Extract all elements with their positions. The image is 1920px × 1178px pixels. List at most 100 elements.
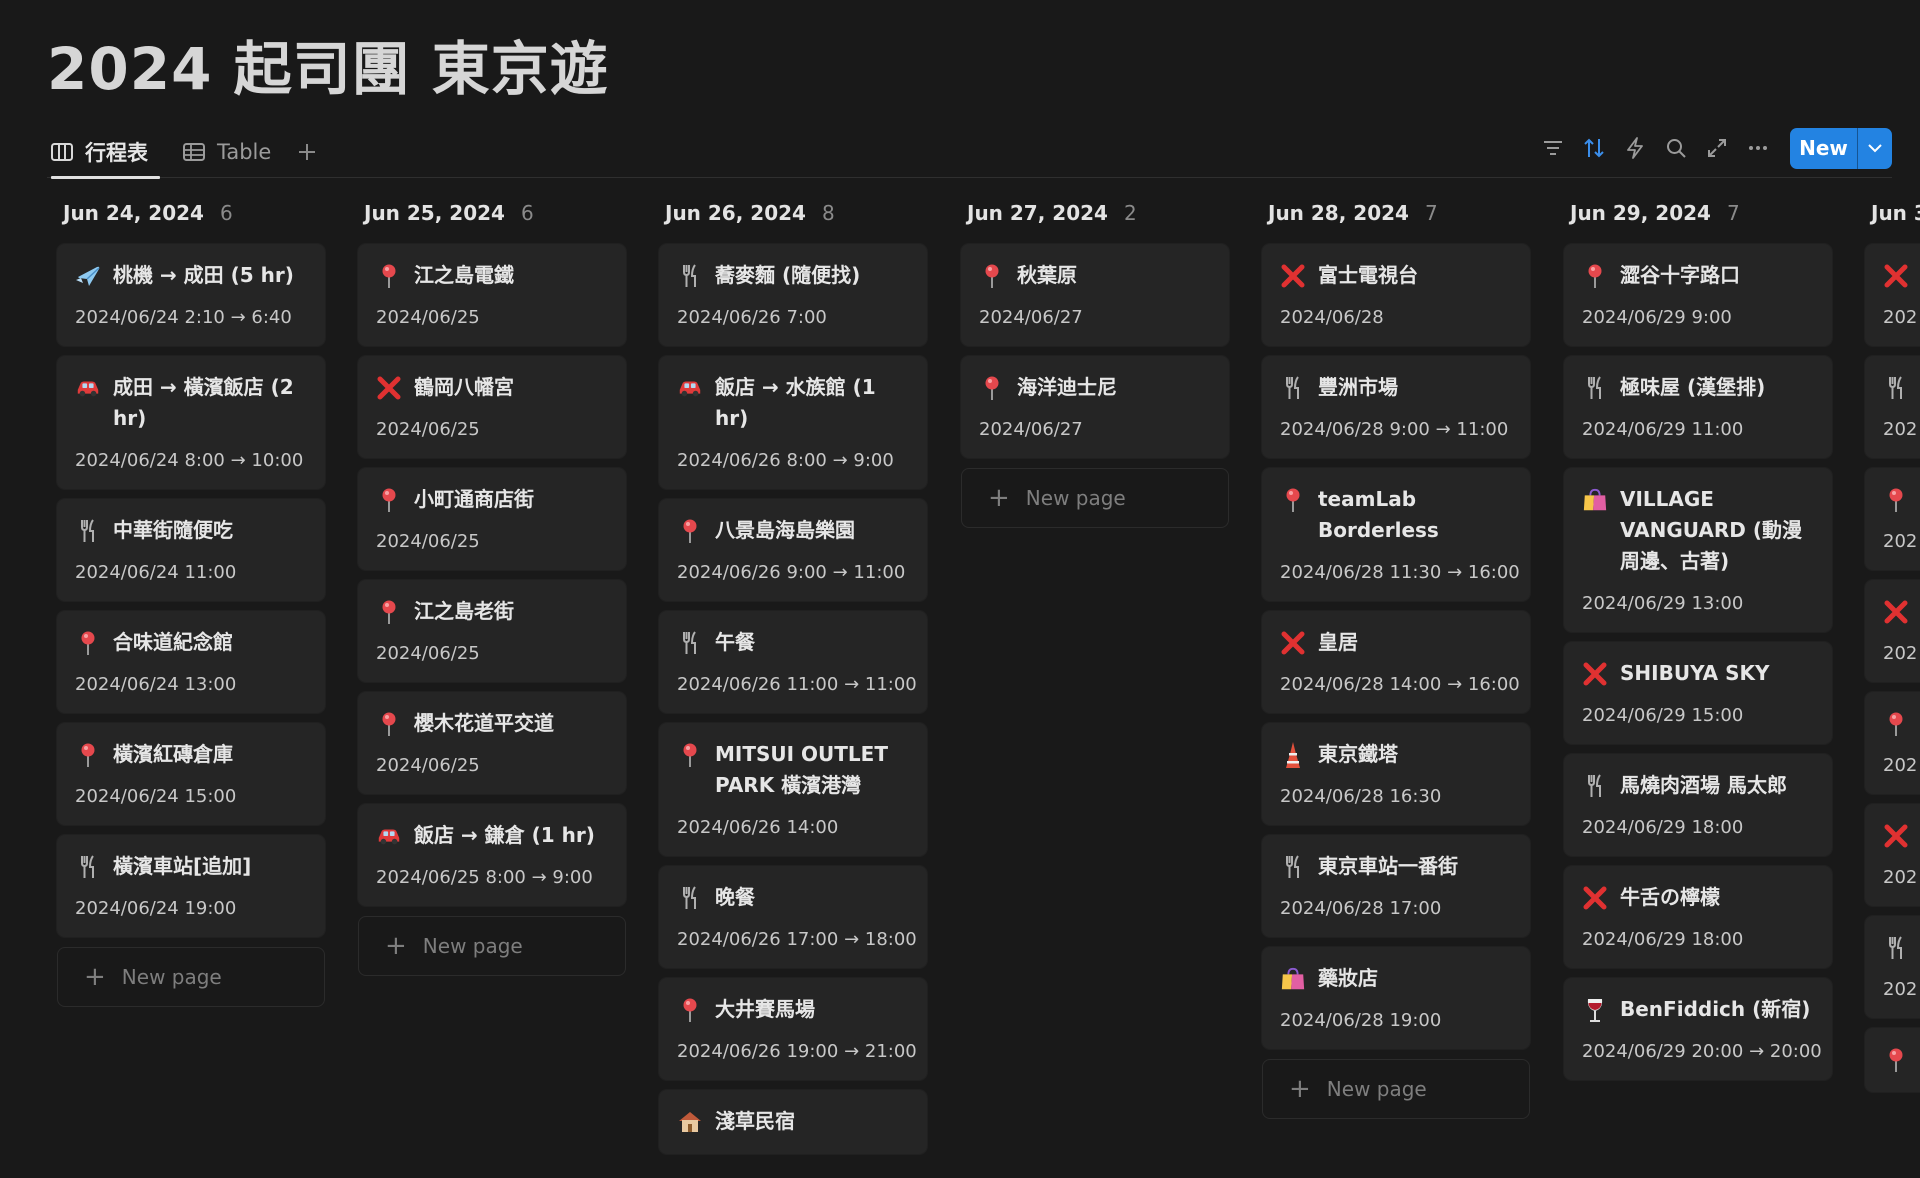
new-page-button[interactable]: + New page xyxy=(358,916,626,976)
board-card[interactable]: 東京鐵塔 2024/06/28 16:30 xyxy=(1262,723,1530,825)
board-card[interactable]: 中華街隨便吃 2024/06/24 11:00 xyxy=(57,499,325,601)
automation-button[interactable] xyxy=(1614,128,1655,169)
card-title: 江之島老街 xyxy=(414,599,514,623)
card-title-row: 東京鐵塔 xyxy=(1280,739,1512,770)
card-title: VILLAGE VANGUARD (動漫周邊、古著) xyxy=(1620,487,1802,573)
new-dropdown-button[interactable] xyxy=(1857,127,1892,169)
board-card[interactable]: 202 xyxy=(1865,692,1920,794)
board-card[interactable]: 橫濱紅磚倉庫 2024/06/24 15:00 xyxy=(57,723,325,825)
more-options-button[interactable] xyxy=(1737,128,1778,169)
lightning-icon xyxy=(1626,137,1643,159)
board-card[interactable]: 江之島電鐵 2024/06/25 xyxy=(358,244,626,346)
board-card[interactable]: 202 xyxy=(1865,804,1920,906)
board-card[interactable]: 藥妝店 2024/06/28 19:00 xyxy=(1262,947,1530,1049)
pin-icon xyxy=(376,596,402,627)
board-card[interactable]: 皇居 2024/06/28 14:00 → 16:00 xyxy=(1262,611,1530,713)
card-title-row: 橫濱紅磚倉庫 xyxy=(75,739,307,770)
search-button[interactable] xyxy=(1655,128,1696,169)
board-card[interactable]: 富士電視台 2024/06/28 xyxy=(1262,244,1530,346)
board-card[interactable]: 極味屋 (漢堡排) 2024/06/29 11:00 xyxy=(1564,356,1832,458)
card-title-row: VILLAGE VANGUARD (動漫周邊、古著) xyxy=(1582,484,1814,577)
sort-button[interactable] xyxy=(1573,128,1614,169)
board-card[interactable]: VILLAGE VANGUARD (動漫周邊、古著) 2024/06/29 13:… xyxy=(1564,468,1832,632)
card-title-row: 東京車站一番街 xyxy=(1280,851,1512,882)
add-view-button[interactable] xyxy=(289,134,325,170)
column-title: Jun 27, 2024 xyxy=(967,201,1108,225)
column-count: 2 xyxy=(1123,201,1137,225)
board-card[interactable]: 202 xyxy=(1865,356,1920,458)
card-title: 東京車站一番街 xyxy=(1318,854,1458,878)
column-header[interactable]: Jun 26, 2024 8 xyxy=(659,182,927,244)
board-card[interactable]: 202 xyxy=(1865,916,1920,1018)
card-list: 富士電視台 2024/06/28 豐洲市場 2024/06/28 9:00 → 11:… xyxy=(1262,244,1530,1119)
card-title-row xyxy=(1883,260,1920,291)
new-page-button[interactable]: + New page xyxy=(57,947,325,1007)
card-title-row: 極味屋 (漢堡排) xyxy=(1582,372,1814,403)
card-date: 2024/06/28 16:30 xyxy=(1280,786,1442,807)
board-card[interactable]: 櫻木花道平交道 2024/06/25 xyxy=(358,692,626,794)
expand-button[interactable] xyxy=(1696,128,1737,169)
card-title-row: 鶴岡八幡宮 xyxy=(376,372,608,403)
card-date: 2024/06/25 8:00 → 9:00 xyxy=(376,867,593,888)
board: Jun 24, 2024 6 桃機 → 成田 (5 hr) 2024/06/24 2:… xyxy=(0,182,1920,1178)
card-title-row: 晚餐 xyxy=(677,882,909,913)
board-card[interactable]: 澀谷十字路口 2024/06/29 9:00 xyxy=(1564,244,1832,346)
board-card[interactable]: 202 xyxy=(1865,244,1920,346)
board-card[interactable]: 橫濱車站[追加] 2024/06/24 19:00 xyxy=(57,835,325,937)
new-page-button[interactable]: + New page xyxy=(961,468,1229,528)
column-header[interactable]: Jun 24, 2024 6 xyxy=(57,182,325,244)
board-card[interactable]: 小町通商店街 2024/06/25 xyxy=(358,468,626,570)
board-card[interactable]: 蕎麥麵 (隨便找) 2024/06/26 7:00 xyxy=(659,244,927,346)
cross-icon xyxy=(1280,260,1306,291)
board-card[interactable]: teamLab Borderless 2024/06/28 11:30 → 16:… xyxy=(1262,468,1530,601)
board-card[interactable]: 淺草民宿 xyxy=(659,1090,927,1154)
column-header[interactable]: Jun 28, 2024 7 xyxy=(1262,182,1530,244)
board-card[interactable]: 合味道紀念館 2024/06/24 13:00 xyxy=(57,611,325,713)
new-button[interactable]: New xyxy=(1790,128,1857,169)
board-card[interactable]: 飯店 → 水族館 (1 hr) 2024/06/26 8:00 → 9:00 xyxy=(659,356,927,489)
board-card[interactable]: 馬燒肉酒場 馬太郎 2024/06/29 18:00 xyxy=(1564,754,1832,856)
pin-icon xyxy=(979,372,1005,403)
board-card[interactable]: 牛舌の檸檬 2024/06/29 18:00 xyxy=(1564,866,1832,968)
pin-icon xyxy=(979,260,1005,291)
card-title-row: 飯店 → 鎌倉 (1 hr) xyxy=(376,820,608,851)
board-card[interactable]: 豐洲市場 2024/06/28 9:00 → 11:00 xyxy=(1262,356,1530,458)
board-card[interactable]: 成田 → 橫濱飯店 (2 hr) 2024/06/24 8:00 → 10:00 xyxy=(57,356,325,489)
new-page-button[interactable]: + New page xyxy=(1262,1059,1530,1119)
board-card[interactable]: 202 xyxy=(1865,468,1920,570)
board-card[interactable]: MITSUI OUTLET PARK 橫濱港灣 2024/06/26 14:00 xyxy=(659,723,927,856)
board-card[interactable]: 飯店 → 鎌倉 (1 hr) 2024/06/25 8:00 → 9:00 xyxy=(358,804,626,906)
filter-button[interactable] xyxy=(1532,128,1573,169)
tab-board-view[interactable]: 行程表 xyxy=(51,126,160,179)
fork-knife-icon xyxy=(1883,372,1909,403)
card-date: 202 xyxy=(1883,979,1918,1000)
board-card[interactable] xyxy=(1865,1028,1920,1092)
board-card[interactable]: 午餐 2024/06/26 11:00 → 11:00 xyxy=(659,611,927,713)
card-title-row: 蕎麥麵 (隨便找) xyxy=(677,260,909,291)
column-header[interactable]: Jun 27, 2024 2 xyxy=(961,182,1229,244)
column-header[interactable]: Jun 3 xyxy=(1865,182,1920,244)
column-header[interactable]: Jun 25, 2024 6 xyxy=(358,182,626,244)
column-header[interactable]: Jun 29, 2024 7 xyxy=(1564,182,1832,244)
airplane-icon xyxy=(75,260,101,291)
board-card[interactable]: 大井賽馬場 2024/06/26 19:00 → 21:00 xyxy=(659,978,927,1080)
board-card[interactable]: 東京車站一番街 2024/06/28 17:00 xyxy=(1262,835,1530,937)
board-card[interactable]: BenFiddich (新宿) 2024/06/29 20:00 → 20:00 xyxy=(1564,978,1832,1080)
tab-table-view[interactable]: Table xyxy=(183,126,271,178)
card-title-row: 橫濱車站[追加] xyxy=(75,851,307,882)
board-card[interactable]: 鶴岡八幡宮 2024/06/25 xyxy=(358,356,626,458)
card-title-row: 藥妝店 xyxy=(1280,963,1512,994)
board-card[interactable]: 秋葉原 2024/06/27 xyxy=(961,244,1229,346)
card-date: 2024/06/28 11:30 → 16:00 xyxy=(1280,562,1520,583)
cross-icon xyxy=(1582,658,1608,689)
card-title-row: 小町通商店街 xyxy=(376,484,608,515)
card-date: 2024/06/24 19:00 xyxy=(75,898,237,919)
board-card[interactable]: 海洋迪士尼 2024/06/27 xyxy=(961,356,1229,458)
board-card[interactable]: 八景島海島樂園 2024/06/26 9:00 → 11:00 xyxy=(659,499,927,601)
notion-page: 2024 起司團 東京遊 行程表 Table New Jun 24, 2024 … xyxy=(0,0,1920,1178)
board-card[interactable]: 202 xyxy=(1865,580,1920,682)
board-card[interactable]: SHIBUYA SKY 2024/06/29 15:00 xyxy=(1564,642,1832,744)
board-card[interactable]: 江之島老街 2024/06/25 xyxy=(358,580,626,682)
board-card[interactable]: 桃機 → 成田 (5 hr) 2024/06/24 2:10 → 6:40 xyxy=(57,244,325,346)
board-card[interactable]: 晚餐 2024/06/26 17:00 → 18:00 xyxy=(659,866,927,968)
